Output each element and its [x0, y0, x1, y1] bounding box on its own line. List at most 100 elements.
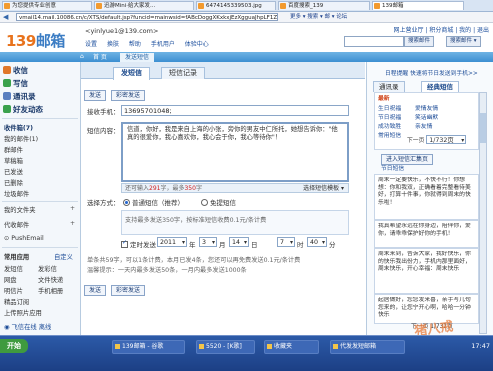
subnav-experience-center[interactable]: 体验中心: [185, 41, 209, 48]
method-normal-radio[interactable]: 普通短信（推荐）: [123, 197, 184, 207]
tab-address-book[interactable]: 通讯录: [373, 81, 405, 92]
taskbar-item[interactable]: 139邮箱 - 谷歌: [112, 340, 185, 354]
tab-send-sms-form[interactable]: 发短信: [113, 67, 150, 80]
folder-item[interactable]: 草稿箱: [4, 156, 23, 165]
right-links[interactable]: 日程提醒 快速将节日发送到手机>>: [385, 68, 478, 77]
compose-icon: [3, 79, 11, 87]
tab-favicon-icon: [280, 3, 286, 9]
tab-home[interactable]: 首 页: [88, 53, 112, 62]
pushemail[interactable]: ⊙ PushEmail: [4, 235, 44, 242]
taskbar-item[interactable]: 收藏夹: [264, 340, 319, 354]
category-birthday[interactable]: 生日祝福: [378, 106, 401, 114]
apps-customize[interactable]: 自定义: [54, 252, 73, 261]
subnav-mobile-user[interactable]: 手机用户: [151, 41, 175, 48]
page-select[interactable]: 1/732页: [426, 135, 467, 145]
app-upload[interactable]: 上传照片应用: [4, 308, 42, 317]
taskbar-item[interactable]: 5520 - [K歌]: [196, 340, 255, 354]
year-select[interactable]: 2011: [157, 237, 187, 248]
start-button[interactable]: 开始: [0, 339, 28, 353]
folder-item[interactable]: 已发送: [4, 167, 23, 176]
tab-classic-sms[interactable]: 经典短信: [421, 81, 459, 92]
pager-next[interactable]: 下一页: [407, 138, 424, 144]
sms-text: 周末一定要快乐，不快不行！你想想：你和我双，正确看着完整看待美好，打算十件事，你…: [378, 177, 471, 206]
home-icon: ⌂: [80, 53, 84, 60]
search-scope-select[interactable]: 搜索邮件 ▾: [446, 36, 481, 47]
method-free-radio[interactable]: 免提短信: [201, 197, 236, 207]
category-success[interactable]: 成功致胜: [378, 124, 401, 132]
browser-tab[interactable]: 为您提供专业创意: [2, 1, 92, 10]
mail-header: 139邮箱 <yinlyue1@139.com> 设置 换肤 帮助 手机用户 体…: [0, 23, 493, 52]
folder-inbox[interactable]: 收件箱(7): [4, 123, 33, 132]
subnav-settings[interactable]: 设置: [85, 41, 97, 48]
send-later-button[interactable]: 彩密发送: [111, 90, 146, 101]
sidebar-compose[interactable]: 写信: [3, 78, 28, 89]
sms-item[interactable]: 我真希望永远在你身边，陪伴你，爱你，请乖乖保护好你的手机！: [374, 220, 479, 248]
toolbar-links[interactable]: 更多 ▾ 搜索 ▾ 邮 ▾ 论坛: [290, 13, 347, 21]
app-sms[interactable]: 发短信: [4, 264, 23, 273]
add-proxy-icon[interactable]: +: [70, 220, 75, 227]
folder-item[interactable]: 我的邮件(1): [4, 134, 38, 143]
subnav-help[interactable]: 帮助: [129, 41, 141, 48]
tab-favicon-icon: [374, 3, 380, 9]
quota-info: 单条共59字，可以1条计费，本月已发4条，您还可以再免费发送0.1元/条计费: [87, 257, 301, 264]
folder-item[interactable]: 群邮件: [4, 145, 23, 154]
radio-selected-icon: [123, 199, 130, 206]
folder-item[interactable]: 已删除: [4, 178, 23, 187]
sidebar-contacts[interactable]: 通讯录: [3, 91, 36, 102]
search-input[interactable]: [344, 36, 404, 47]
browser-tab[interactable]: 6474145339503.jpg: [196, 1, 276, 10]
app-disk[interactable]: 网盘: [4, 275, 17, 284]
template-select[interactable]: 选择短信模板 ▾: [303, 184, 344, 194]
taskbar: 开始 139邮箱 - 谷歌 5520 - [K歌] 收藏夹 代发发短邮箱 17:…: [0, 335, 493, 371]
sms-item[interactable]: 周末来到，告诉大家，我好快乐，你的快乐我出份力，手机内那里面好，周末快乐，开心幸…: [374, 248, 479, 294]
sidebar-inbox[interactable]: 收信: [3, 65, 28, 76]
schedule-checkbox[interactable]: 定时发送: [121, 239, 156, 249]
category-family[interactable]: 亲友情: [415, 124, 432, 132]
browser-tab[interactable]: 迅游Mini·给大家发...: [94, 1, 194, 10]
hour-select[interactable]: 7: [277, 237, 295, 248]
app-subscribe[interactable]: 精品订阅: [4, 297, 29, 306]
header-top-links[interactable]: 网上营业厅 | 积分商城 | 我的 | 退出: [393, 25, 489, 34]
app-album[interactable]: 手机相册: [38, 286, 63, 295]
sms-item[interactable]: 周末一定要快乐，不快不行！你想想：你和我双，正确看着完整看待美好，打算十件事，你…: [374, 174, 479, 220]
app-postcard[interactable]: 明信片: [4, 286, 23, 295]
month-select[interactable]: 3: [199, 237, 217, 248]
sms-text: 周末来到，告诉大家，我好快乐，你的快乐我出份力，手机内那里面好，周末快乐，开心幸…: [378, 251, 471, 272]
tab-favicon-icon: [198, 3, 204, 9]
folder-item[interactable]: 垃圾邮件: [4, 189, 29, 198]
browser-tab-active[interactable]: 139邮箱: [372, 1, 464, 10]
category-latest[interactable]: 最新: [378, 96, 390, 104]
send-button-bottom[interactable]: 发送: [84, 285, 107, 296]
method-notice: 支持最多发送350字，按标准短信收费0.1元/条计费: [121, 210, 349, 235]
app-mms[interactable]: 发彩信: [38, 264, 57, 273]
app-file-express[interactable]: 文件快递: [38, 275, 63, 284]
scroll-thumb[interactable]: [480, 113, 486, 143]
add-folder-icon[interactable]: +: [70, 205, 75, 212]
right-scrollbar[interactable]: [479, 92, 487, 334]
recipient-input[interactable]: 13695701048;: [121, 105, 349, 116]
day-select[interactable]: 14: [229, 237, 249, 248]
subnav-skin[interactable]: 换肤: [107, 41, 119, 48]
tab-send-sms[interactable]: 发送短信: [120, 53, 155, 62]
tab-sms-records[interactable]: 短信记录: [161, 67, 205, 79]
my-folders[interactable]: 我的文件夹: [4, 205, 35, 214]
url-input[interactable]: vmail14.mail.10086.cn/c/XTS/default.jsp?…: [16, 13, 278, 21]
search-button[interactable]: 搜索邮件: [404, 36, 435, 47]
sidebar-friends[interactable]: 好友动态: [3, 104, 43, 115]
chat-status[interactable]: ◉ 飞信在线 离线: [4, 322, 51, 331]
browser-tab[interactable]: 百度搜索_139: [278, 1, 370, 10]
enter-collection-button[interactable]: 进入短信汇集页: [381, 154, 434, 165]
minute-select[interactable]: 40: [307, 237, 327, 248]
send-later-button-bottom[interactable]: 彩密发送: [111, 285, 146, 296]
send-button[interactable]: 发送: [84, 90, 107, 101]
category-joke[interactable]: 笑话幽默: [415, 115, 438, 123]
sms-content-textarea[interactable]: 信道，你好，我是来自上海的小张，旁你的男友中仁所托，她想告诉你："他真的很爱你，…: [121, 122, 349, 182]
taskbar-item[interactable]: 代发发短邮箱: [330, 340, 405, 354]
category-common[interactable]: 常用短信: [378, 133, 401, 141]
category-holiday[interactable]: 节日祝福: [378, 115, 401, 123]
back-icon[interactable]: ◀: [3, 13, 8, 21]
checkbox-checked-icon: [121, 239, 128, 248]
category-love[interactable]: 爱情友情: [415, 106, 438, 114]
proxy-mail[interactable]: 代收邮件: [4, 220, 29, 229]
divider: [2, 201, 78, 202]
